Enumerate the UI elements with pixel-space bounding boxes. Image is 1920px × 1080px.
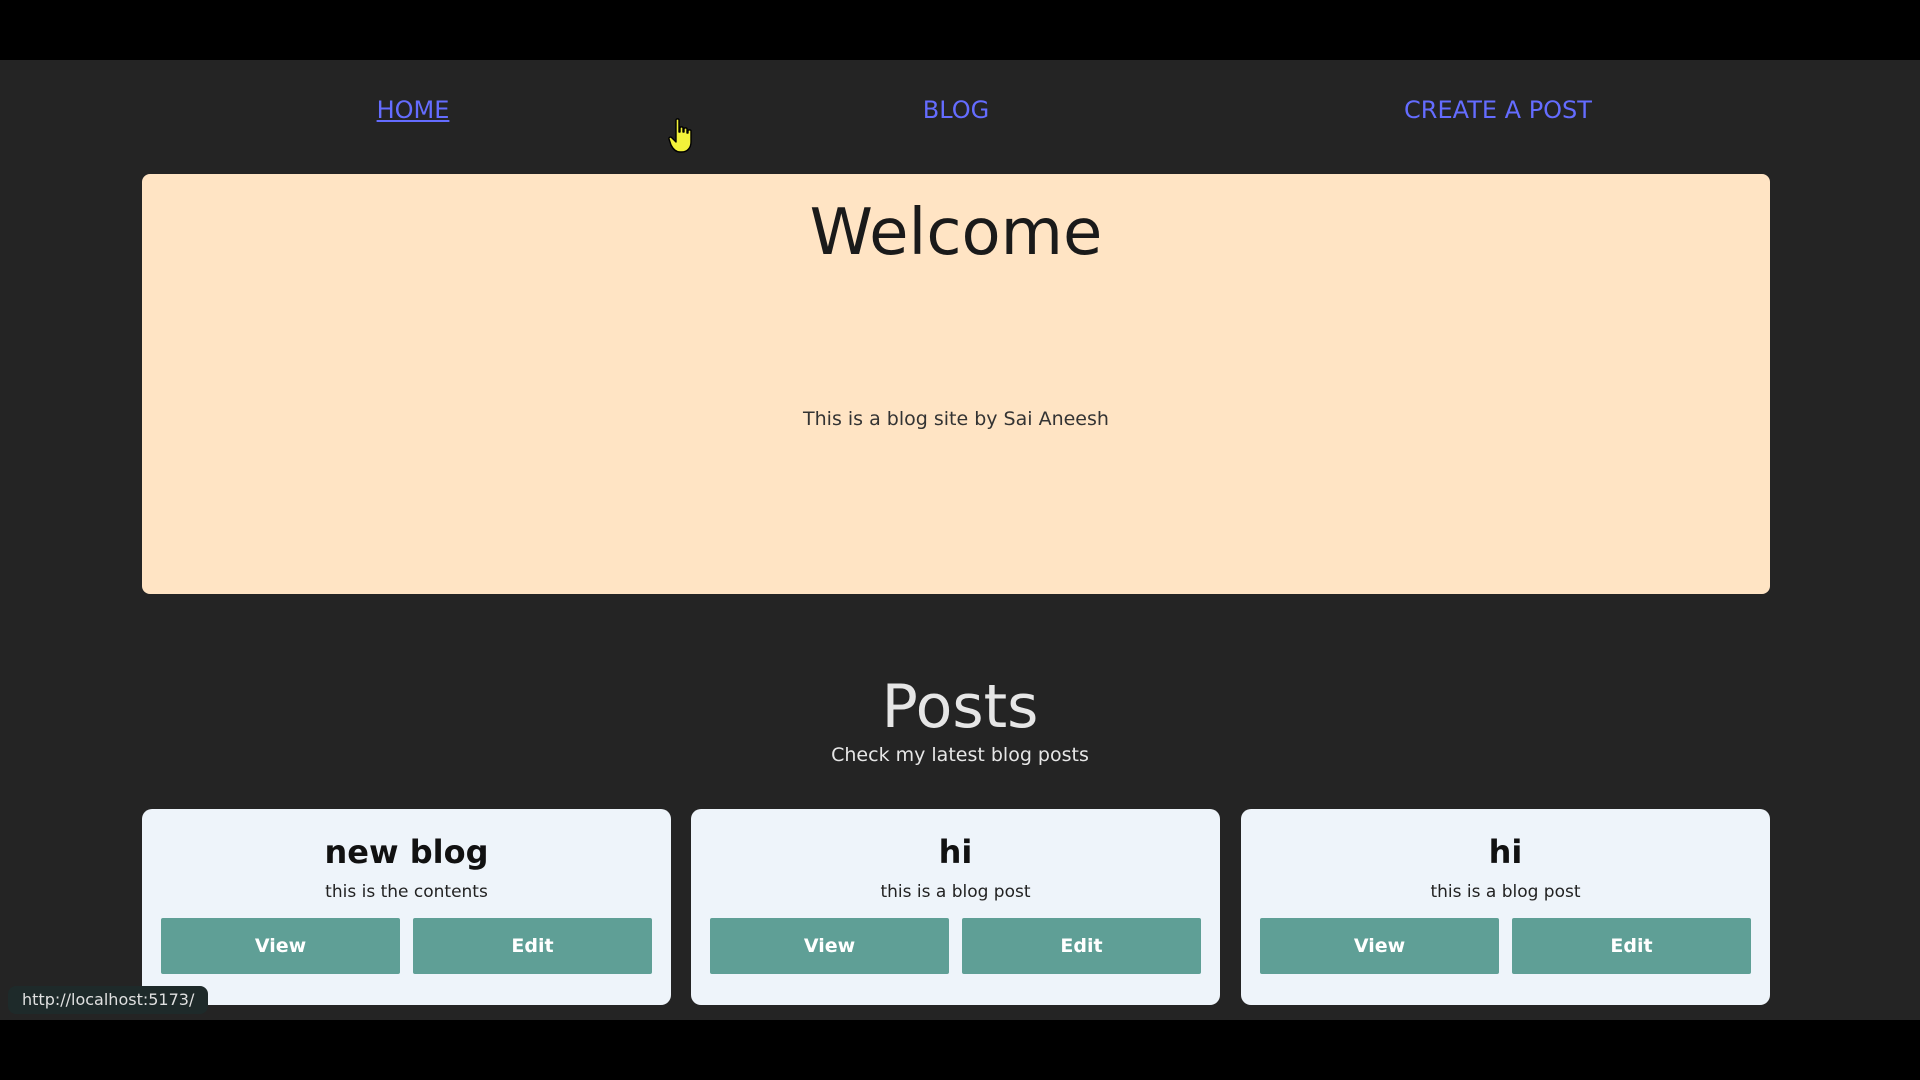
- nav-link-blog[interactable]: BLOG: [923, 96, 989, 124]
- post-card-title: hi: [1488, 833, 1523, 871]
- post-card-title: new blog: [324, 833, 489, 871]
- posts-heading: Posts: [881, 672, 1039, 742]
- nav-link-create-post[interactable]: CREATE A POST: [1404, 96, 1592, 124]
- edit-button[interactable]: Edit: [413, 918, 652, 974]
- post-card: new blog this is the contents View Edit: [142, 809, 671, 1005]
- post-card-body: this is a blog post: [880, 882, 1031, 902]
- hero-title: Welcome: [809, 196, 1103, 270]
- status-bar-url: http://localhost:5173/: [8, 986, 209, 1014]
- nav-link-home[interactable]: HOME: [377, 96, 450, 124]
- hero-banner: Welcome This is a blog site by Sai Anees…: [142, 174, 1770, 594]
- hand-pointer-icon: [668, 118, 692, 153]
- app-screen: HOME BLOG CREATE A POST Welcome This is …: [0, 60, 1920, 1020]
- post-card-body: this is the contents: [325, 882, 488, 902]
- edit-button[interactable]: Edit: [1512, 918, 1751, 974]
- top-nav: HOME BLOG CREATE A POST: [0, 96, 1920, 136]
- posts-subheading: Check my latest blog posts: [831, 744, 1089, 766]
- view-button[interactable]: View: [1260, 918, 1499, 974]
- hero-subtitle: This is a blog site by Sai Aneesh: [803, 408, 1109, 430]
- edit-button[interactable]: Edit: [962, 918, 1201, 974]
- view-button[interactable]: View: [161, 918, 400, 974]
- post-card-title: hi: [938, 833, 973, 871]
- view-button[interactable]: View: [710, 918, 949, 974]
- post-card: hi this is a blog post View Edit: [1241, 809, 1770, 1005]
- post-card-body: this is a blog post: [1430, 882, 1581, 902]
- post-card: hi this is a blog post View Edit: [691, 809, 1220, 1005]
- post-card-list: new blog this is the contents View Edit …: [142, 809, 1770, 1005]
